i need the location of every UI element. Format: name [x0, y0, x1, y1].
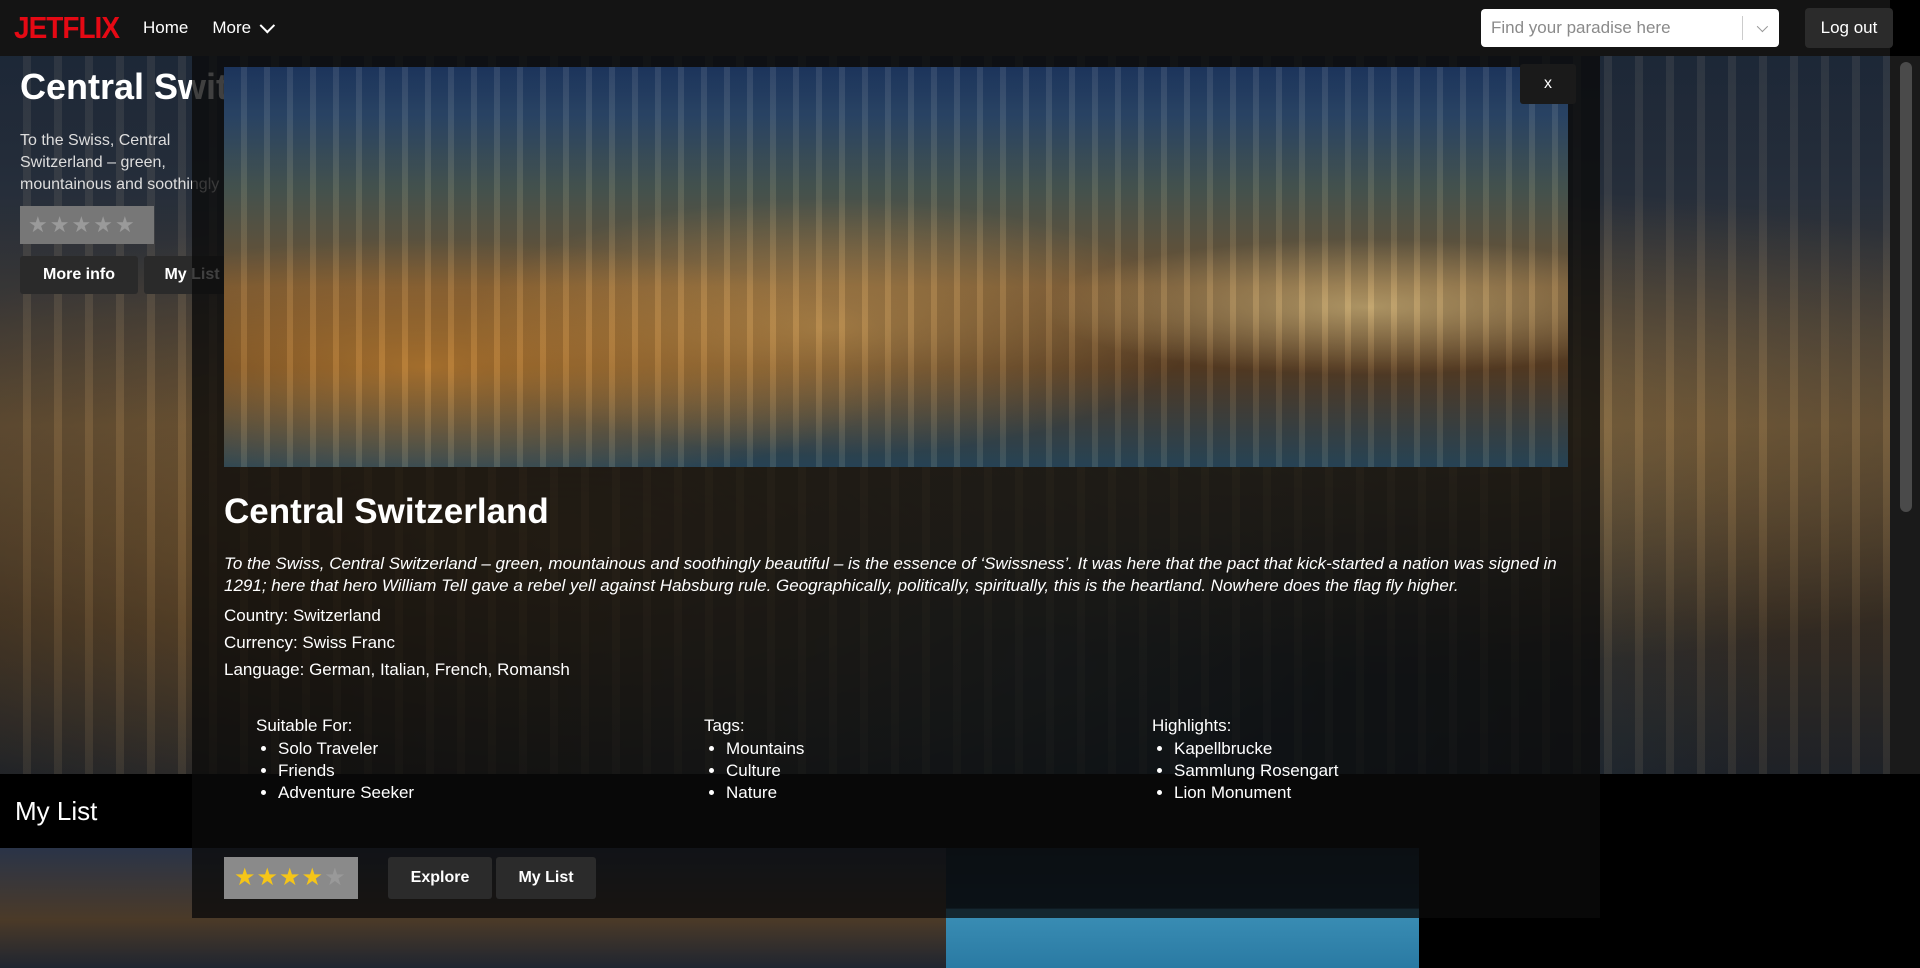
close-button[interactable]: x — [1520, 64, 1576, 104]
destination-modal: x Central Switzerland To the Swiss, Cent… — [192, 56, 1600, 918]
modal-star-rating[interactable]: ★ ★ ★ ★ ★ — [224, 857, 358, 899]
hero-description: To the Swiss, Central Switzerland – gree… — [20, 132, 220, 193]
tag-item: Nature — [726, 782, 804, 804]
tags-section: Tags: Mountains Culture Nature — [704, 716, 804, 804]
nav-more-dropdown[interactable]: More — [212, 17, 276, 38]
hero-star-rating[interactable]: ★ ★ ★ ★ ★ — [20, 206, 154, 244]
suitable-for-item: Friends — [278, 760, 414, 782]
star-icon[interactable]: ★ — [93, 214, 113, 236]
logout-button[interactable]: Log out — [1805, 8, 1893, 48]
country-info: Country: Switzerland — [224, 606, 381, 625]
suitable-for-item: Adventure Seeker — [278, 782, 414, 804]
star-icon[interactable]: ★ — [28, 214, 48, 236]
suitable-for-section: Suitable For: Solo Traveler Friends Adve… — [256, 716, 414, 804]
chevron-down-icon — [1756, 20, 1769, 33]
explore-button[interactable]: Explore — [388, 857, 492, 899]
highlight-item: Sammlung Rosengart — [1174, 760, 1338, 782]
more-info-button[interactable]: More info — [20, 256, 138, 294]
star-icon[interactable]: ★ — [324, 866, 346, 890]
my-list-title: My List — [15, 796, 98, 826]
destination-image — [224, 67, 1568, 467]
search-select[interactable] — [1481, 8, 1779, 48]
highlights-list: Kapellbrucke Sammlung Rosengart Lion Mon… — [1152, 738, 1338, 804]
tag-item: Culture — [726, 760, 804, 782]
suitable-for-item: Solo Traveler — [278, 738, 414, 760]
jetflix-logo[interactable]: JETFLIX — [14, 10, 120, 45]
chevron-down-icon — [259, 17, 276, 33]
highlights-label: Highlights: — [1152, 716, 1232, 735]
highlight-item: Kapellbrucke — [1174, 738, 1338, 760]
highlight-item: Lion Monument — [1174, 782, 1338, 804]
suitable-for-label: Suitable For: — [256, 716, 353, 735]
currency-info: Currency: Swiss Franc — [224, 633, 395, 652]
star-icon[interactable]: ★ — [234, 866, 256, 890]
suitable-for-list: Solo Traveler Friends Adventure Seeker — [256, 738, 414, 804]
star-icon[interactable]: ★ — [71, 214, 91, 236]
search-dropdown-toggle[interactable] — [1743, 20, 1779, 33]
tags-label: Tags: — [704, 716, 745, 735]
language-info: Language: German, Italian, French, Roman… — [224, 660, 570, 679]
star-icon[interactable]: ★ — [50, 214, 70, 236]
star-icon[interactable]: ★ — [279, 866, 301, 890]
highlights-section: Highlights: Kapellbrucke Sammlung Roseng… — [1152, 716, 1338, 804]
tag-item: Mountains — [726, 738, 804, 760]
modal-description: To the Swiss, Central Switzerland – gree… — [224, 554, 1557, 595]
modal-my-list-button[interactable]: My List — [496, 857, 596, 899]
star-icon[interactable]: ★ — [115, 214, 135, 236]
star-icon[interactable]: ★ — [302, 866, 324, 890]
tags-list: Mountains Culture Nature — [704, 738, 804, 804]
nav-home[interactable]: Home — [143, 18, 188, 38]
search-input[interactable] — [1481, 8, 1742, 48]
page-scrollbar-thumb[interactable] — [1900, 62, 1912, 512]
nav-more-label: More — [212, 18, 252, 37]
modal-title: Central Switzerland — [224, 492, 549, 531]
star-icon[interactable]: ★ — [257, 866, 279, 890]
